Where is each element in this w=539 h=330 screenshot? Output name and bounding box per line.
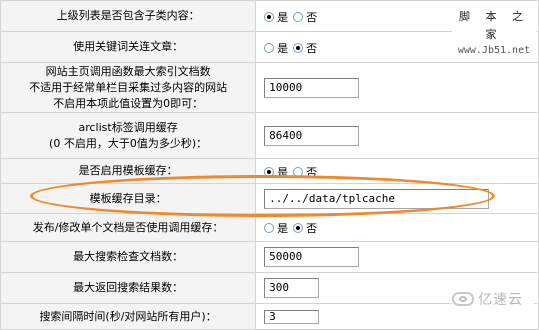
watermark-url: www.Jb51.net [457,45,531,56]
setting-label-cell: 网站主页调用函数最大索引文档数 不适用于经常单栏目采集过多内容的网站 不启用本项… [0,62,257,113]
setting-label-cell: 最大返回搜索结果数： [0,272,257,304]
setting-label-cell: 搜索间隔时间(秒/对网站所有用户)： [0,303,257,330]
setting-text-input[interactable]: 50000 [264,247,360,267]
radio-label[interactable]: 是 [277,11,288,24]
radio-group: 是否 [264,9,322,25]
setting-label-cell: 是否启用模板缓存： [0,158,257,184]
settings-row: 发布/修改单个文档是否使用调用缓存：是否 [0,213,539,242]
setting-label-cell: 上级列表是否包含子类内容： [0,0,257,32]
radio-yes[interactable] [264,42,275,53]
setting-label-cell: arclist标签调用缓存 (0 不启用，大于0值为多少秒)： [0,112,257,159]
setting-label: 网站主页调用函数最大索引文档数 不适用于经常单栏目采集过多内容的网站 不启用本项… [29,64,228,110]
watermark-yisuyun-text: 亿速云 [478,292,523,308]
setting-label: 上级列表是否包含子类内容： [56,9,200,22]
settings-row: 最大搜索检查文档数： 50000 [0,241,539,273]
setting-label: 模板缓存目录： [89,191,167,205]
setting-text-input[interactable]: 10000 [264,77,360,98]
cloud-logo-icon [452,292,474,306]
radio-group: 是否 [264,164,322,180]
setting-label-cell: 最大搜索检查文档数： [0,241,257,273]
radio-group: 是否 [264,40,322,56]
radio-label[interactable]: 是 [277,42,288,55]
watermark-name: 脚 本 之 家 [459,10,529,41]
radio-group: 是否 [264,220,322,236]
setting-text-input[interactable]: 3 [264,309,320,324]
setting-label: 发布/修改单个文档是否使用调用缓存： [32,220,224,234]
setting-value-cell: 10000 [255,62,539,113]
setting-label: 是否启用模板缓存： [78,164,178,177]
radio-label[interactable]: 否 [306,11,317,24]
watermark-jb51: 脚 本 之 家 www.Jb51.net [452,8,536,58]
watermark-yisuyun: 亿速云 [452,286,534,312]
radio-no[interactable] [293,166,304,177]
setting-text-input[interactable]: 300 [264,278,320,298]
setting-label: arclist标签调用缓存 (0 不启用，大于0值为多少秒)： [49,120,208,150]
setting-label: 最大返回搜索结果数： [73,281,184,294]
radio-label[interactable]: 是 [277,222,288,235]
settings-row: 网站主页调用函数最大索引文档数 不适用于经常单栏目采集过多内容的网站 不启用本项… [0,62,539,113]
radio-yes[interactable] [264,166,275,177]
setting-value-cell: 50000 [255,241,539,273]
setting-label: 最大搜索检查文档数： [73,250,184,263]
setting-label-cell: 发布/修改单个文档是否使用调用缓存： [0,213,257,242]
setting-value-cell: ../../data/tplcache [255,183,539,214]
radio-label[interactable]: 是 [277,166,288,179]
setting-label: 使用关键词关连文章： [73,40,184,53]
settings-row: arclist标签调用缓存 (0 不启用，大于0值为多少秒)： 86400 [0,112,539,159]
setting-label-cell: 模板缓存目录： [0,183,257,214]
setting-text-input[interactable]: 86400 [264,125,360,146]
radio-label[interactable]: 否 [306,222,317,235]
radio-no[interactable] [293,11,304,22]
radio-label[interactable]: 否 [306,42,317,55]
setting-label-cell: 使用关键词关连文章： [0,31,257,63]
radio-no[interactable] [293,42,304,53]
setting-value-cell: 是否 [255,158,539,184]
settings-row: 模板缓存目录： ../../data/tplcache [0,183,539,214]
setting-text-input[interactable]: ../../data/tplcache [264,188,490,209]
settings-row: 是否启用模板缓存：是否 [0,158,539,184]
radio-yes[interactable] [264,11,275,22]
setting-value-cell: 是否 [255,213,539,242]
radio-no[interactable] [293,223,304,233]
radio-label[interactable]: 否 [306,166,317,179]
setting-value-cell: 86400 [255,112,539,159]
radio-yes[interactable] [264,223,275,233]
setting-label: 搜索间隔时间(秒/对网站所有用户)： [39,309,217,323]
